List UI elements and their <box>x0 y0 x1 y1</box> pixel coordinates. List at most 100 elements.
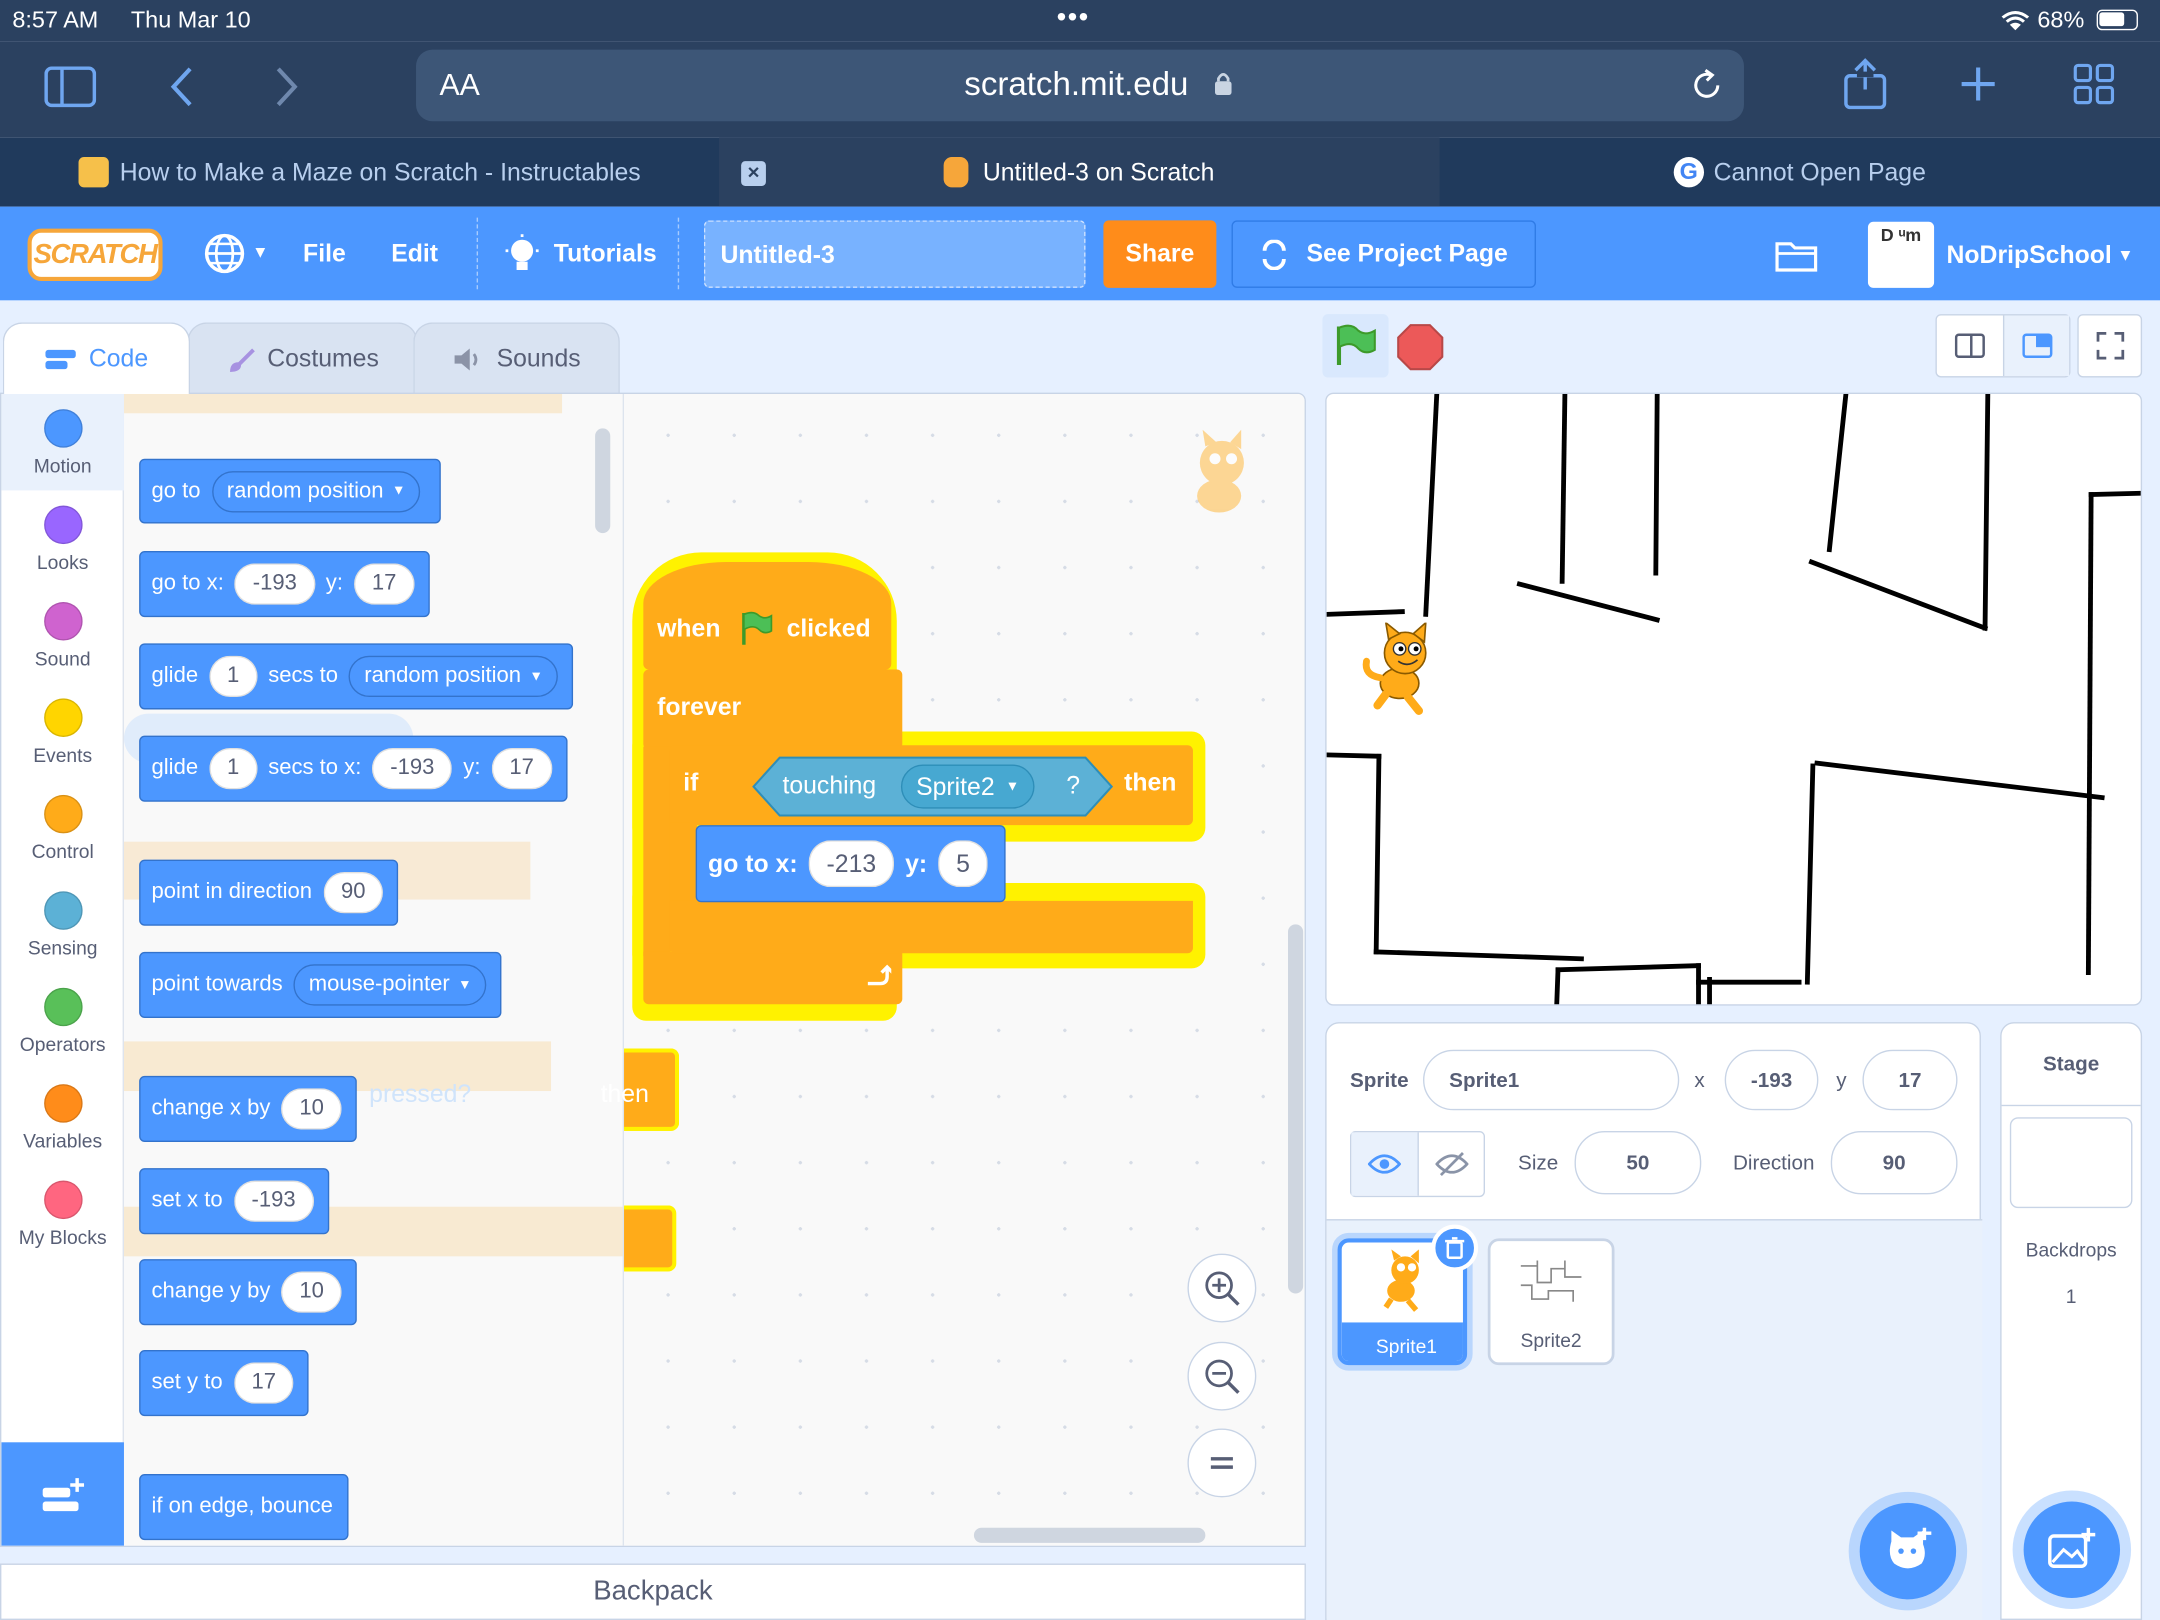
category-variables[interactable]: Variables <box>1 1069 124 1165</box>
stage-canvas[interactable] <box>1325 392 2143 1006</box>
zoom-out-button[interactable] <box>1187 1341 1257 1411</box>
green-flag-button[interactable] <box>1322 314 1389 378</box>
secs-input[interactable]: 1 <box>209 748 258 790</box>
share-button[interactable]: Share <box>1103 220 1217 288</box>
large-stage-button[interactable] <box>2002 315 2070 377</box>
tab-overview-icon[interactable] <box>2073 63 2115 105</box>
tab-code[interactable]: Code <box>2 322 191 394</box>
workspace-horizontal-scrollbar[interactable] <box>973 1527 1206 1543</box>
direction-input[interactable]: 90 <box>323 871 384 914</box>
share-icon[interactable] <box>1843 58 1887 110</box>
forever-block[interactable]: forever <box>643 669 903 750</box>
stop-button[interactable] <box>1397 324 1444 371</box>
block-set-y[interactable]: set y to 17 <box>139 1349 310 1417</box>
block-go-to[interactable]: go to random position ▼ <box>139 458 442 524</box>
tab-instructables[interactable]: How to Make a Maze on Scratch - Instruct… <box>0 138 719 207</box>
y-input[interactable]: 17 <box>353 563 415 605</box>
small-stage-button[interactable] <box>1937 315 2003 376</box>
change-x-input[interactable]: 10 <box>281 1088 342 1130</box>
tab-scratch[interactable]: × Untitled-3 on Scratch <box>719 137 1440 207</box>
my-stuff-folder-icon[interactable] <box>1774 237 1818 273</box>
when-flag-clicked-block[interactable]: when clicked <box>643 562 892 670</box>
show-sprite-button[interactable] <box>1351 1132 1418 1196</box>
change-y-input[interactable]: 10 <box>281 1271 342 1313</box>
block-change-x[interactable]: change x by 10 <box>139 1075 357 1142</box>
point-towards-dropdown[interactable]: mouse-pointer ▼ <box>293 964 487 1006</box>
zoom-in-button[interactable] <box>1187 1253 1257 1323</box>
x-input[interactable]: -213 <box>808 840 895 888</box>
go-to-target-dropdown[interactable]: random position ▼ <box>211 470 421 512</box>
forward-icon[interactable] <box>273 65 301 109</box>
category-events[interactable]: Events <box>1 683 124 779</box>
touching-condition[interactable]: touching Sprite2 ▼ ? <box>752 756 1114 817</box>
language-caret-icon[interactable]: ▼ <box>252 242 268 261</box>
globe-icon[interactable] <box>204 233 245 274</box>
sidebar-icon[interactable] <box>44 66 97 108</box>
zoom-reset-button[interactable] <box>1187 1428 1257 1498</box>
sprite-y-input[interactable]: 17 <box>1862 1049 1958 1111</box>
multitask-dots-icon[interactable]: ••• <box>1057 3 1090 35</box>
username[interactable]: NoDripSchool <box>1946 241 2111 270</box>
category-control[interactable]: Control <box>1 780 124 876</box>
workspace-vertical-scrollbar[interactable] <box>1288 924 1304 1294</box>
edit-menu[interactable]: Edit <box>391 240 438 269</box>
block-set-x[interactable]: set x to -193 <box>139 1168 329 1235</box>
fullscreen-button[interactable] <box>2077 314 2143 378</box>
y-input[interactable]: 5 <box>938 840 988 888</box>
delete-sprite-button[interactable] <box>1431 1224 1479 1272</box>
add-sprite-button[interactable] <box>1859 1502 1957 1600</box>
scratch-logo[interactable]: SCRATCH <box>27 228 163 282</box>
category-motion[interactable]: Motion <box>1 393 124 491</box>
block-if-on-edge-bounce[interactable]: if on edge, bounce <box>139 1473 349 1541</box>
block-glide-to-xy[interactable]: glide 1 secs to x: -193 y: 17 <box>139 735 567 802</box>
sprite1-cat-icon[interactable] <box>1361 622 1449 717</box>
url-text[interactable]: scratch.mit.edu <box>964 66 1188 105</box>
x-input[interactable]: -193 <box>372 748 453 790</box>
script-go-to-xy-block[interactable]: go to x: -213 y: 5 <box>695 825 1006 903</box>
tab-cannot-open[interactable]: G Cannot Open Page <box>1440 138 2160 207</box>
hide-sprite-button[interactable] <box>1417 1132 1483 1196</box>
if-then-block[interactable]: if then touching Sprite2 ▼ ? <box>669 745 1193 826</box>
sprite-size-input[interactable]: 50 <box>1574 1130 1702 1195</box>
block-glide-to[interactable]: glide 1 secs to random position ▼ <box>139 643 574 710</box>
add-backdrop-button[interactable] <box>2023 1501 2121 1598</box>
category-sensing[interactable]: Sensing <box>1 876 124 972</box>
see-project-page-button[interactable]: See Project Page <box>1231 220 1536 288</box>
sprite-tile-sprite2[interactable]: Sprite2 <box>1487 1238 1615 1366</box>
add-extension-button[interactable] <box>1 1442 124 1546</box>
category-my-blocks[interactable]: My Blocks <box>1 1165 124 1261</box>
sprite-direction-input[interactable]: 90 <box>1830 1130 1958 1195</box>
reload-icon[interactable] <box>1689 67 1725 103</box>
secs-input[interactable]: 1 <box>209 655 258 698</box>
set-y-input[interactable]: 17 <box>233 1362 294 1404</box>
category-sound[interactable]: Sound <box>1 587 124 683</box>
block-point-in-direction[interactable]: point in direction 90 <box>139 859 399 926</box>
glide-target-dropdown[interactable]: random position ▼ <box>349 655 559 698</box>
project-title-input[interactable]: Untitled-3 <box>703 220 1086 288</box>
close-tab-icon[interactable]: × <box>741 161 766 186</box>
new-tab-icon[interactable] <box>1959 65 1998 104</box>
file-menu[interactable]: File <box>303 240 346 269</box>
backdrop-thumbnail[interactable] <box>2009 1117 2133 1209</box>
block-go-to-xy[interactable]: go to x: -193 y: 17 <box>139 551 430 618</box>
avatar[interactable]: D ᵘm <box>1867 221 1935 288</box>
sprite-name-input[interactable]: Sprite1 <box>1423 1049 1680 1111</box>
y-input[interactable]: 17 <box>491 748 552 790</box>
account-caret-icon[interactable]: ▼ <box>2117 245 2133 264</box>
category-looks[interactable]: Looks <box>1 490 124 586</box>
sprite-x-input[interactable]: -193 <box>1724 1049 1819 1111</box>
address-bar[interactable]: AA scratch.mit.edu <box>416 49 1744 122</box>
back-icon[interactable] <box>168 65 196 109</box>
block-point-towards[interactable]: point towards mouse-pointer ▼ <box>139 951 502 1019</box>
tab-sounds[interactable]: Sounds <box>413 322 620 394</box>
tab-costumes[interactable]: Costumes <box>187 322 418 394</box>
set-x-input[interactable]: -193 <box>233 1180 314 1222</box>
backpack-bar[interactable]: Backpack <box>0 1563 1306 1620</box>
category-operators[interactable]: Operators <box>1 973 124 1069</box>
x-input[interactable]: -193 <box>234 563 315 605</box>
text-size-button[interactable]: AA <box>439 67 479 103</box>
stage-target-pane[interactable]: Stage Backdrops 1 <box>2000 1022 2143 1620</box>
touching-target-dropdown[interactable]: Sprite2 ▼ <box>900 764 1035 809</box>
block-change-y[interactable]: change y by 10 <box>139 1259 357 1326</box>
flyout-scrollbar[interactable] <box>595 428 611 534</box>
